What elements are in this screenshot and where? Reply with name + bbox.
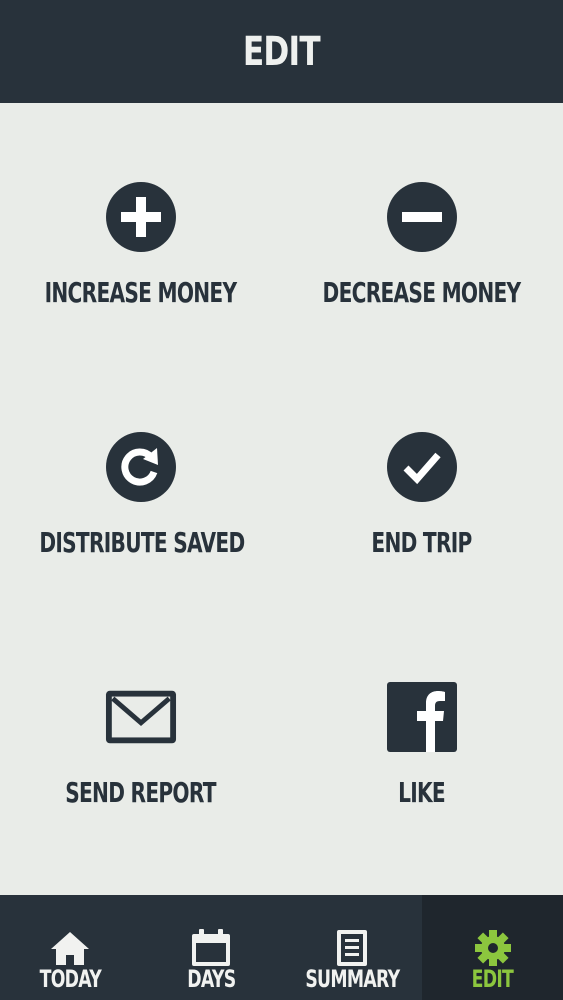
facebook-icon xyxy=(386,681,458,753)
calendar-icon xyxy=(191,929,231,967)
minus-circle-icon xyxy=(386,181,458,253)
page-title: EDIT xyxy=(242,28,321,75)
bottom-tab-bar: TODAY DAYS SUMMARY EDIT xyxy=(0,895,563,1000)
end-trip-button[interactable]: END TRIP xyxy=(281,353,562,603)
tab-edit[interactable]: EDIT xyxy=(422,895,563,1000)
decrease-money-button[interactable]: DECREASE MONEY xyxy=(281,103,562,353)
distribute-saved-label: DISTRIBUTE SAVED xyxy=(39,526,245,559)
tab-days[interactable]: DAYS xyxy=(141,895,282,1000)
tab-today[interactable]: TODAY xyxy=(0,895,141,1000)
end-trip-label: END TRIP xyxy=(371,526,472,559)
distribute-saved-button[interactable]: DISTRIBUTE SAVED xyxy=(0,353,281,603)
tab-summary-label: SUMMARY xyxy=(304,965,400,993)
send-report-label: SEND REPORT xyxy=(65,776,216,809)
gear-icon xyxy=(473,929,513,967)
plus-circle-icon xyxy=(105,181,177,253)
envelope-icon xyxy=(105,681,177,753)
send-report-button[interactable]: SEND REPORT xyxy=(0,603,281,853)
increase-money-label: INCREASE MONEY xyxy=(44,276,237,309)
like-button[interactable]: LIKE xyxy=(281,603,562,853)
app-header: EDIT xyxy=(0,0,563,103)
check-circle-icon xyxy=(386,431,458,503)
decrease-money-label: DECREASE MONEY xyxy=(322,276,522,309)
tab-days-label: DAYS xyxy=(187,965,236,993)
action-grid: INCREASE MONEY DECREASE MONEY DISTRIBUTE… xyxy=(0,103,563,895)
tab-edit-label: EDIT xyxy=(471,965,514,993)
tab-summary[interactable]: SUMMARY xyxy=(282,895,423,1000)
increase-money-button[interactable]: INCREASE MONEY xyxy=(0,103,281,353)
refresh-circle-icon xyxy=(105,431,177,503)
like-label: LIKE xyxy=(398,776,446,809)
tab-today-label: TODAY xyxy=(39,965,102,993)
document-icon xyxy=(332,929,372,967)
home-icon xyxy=(50,929,90,967)
